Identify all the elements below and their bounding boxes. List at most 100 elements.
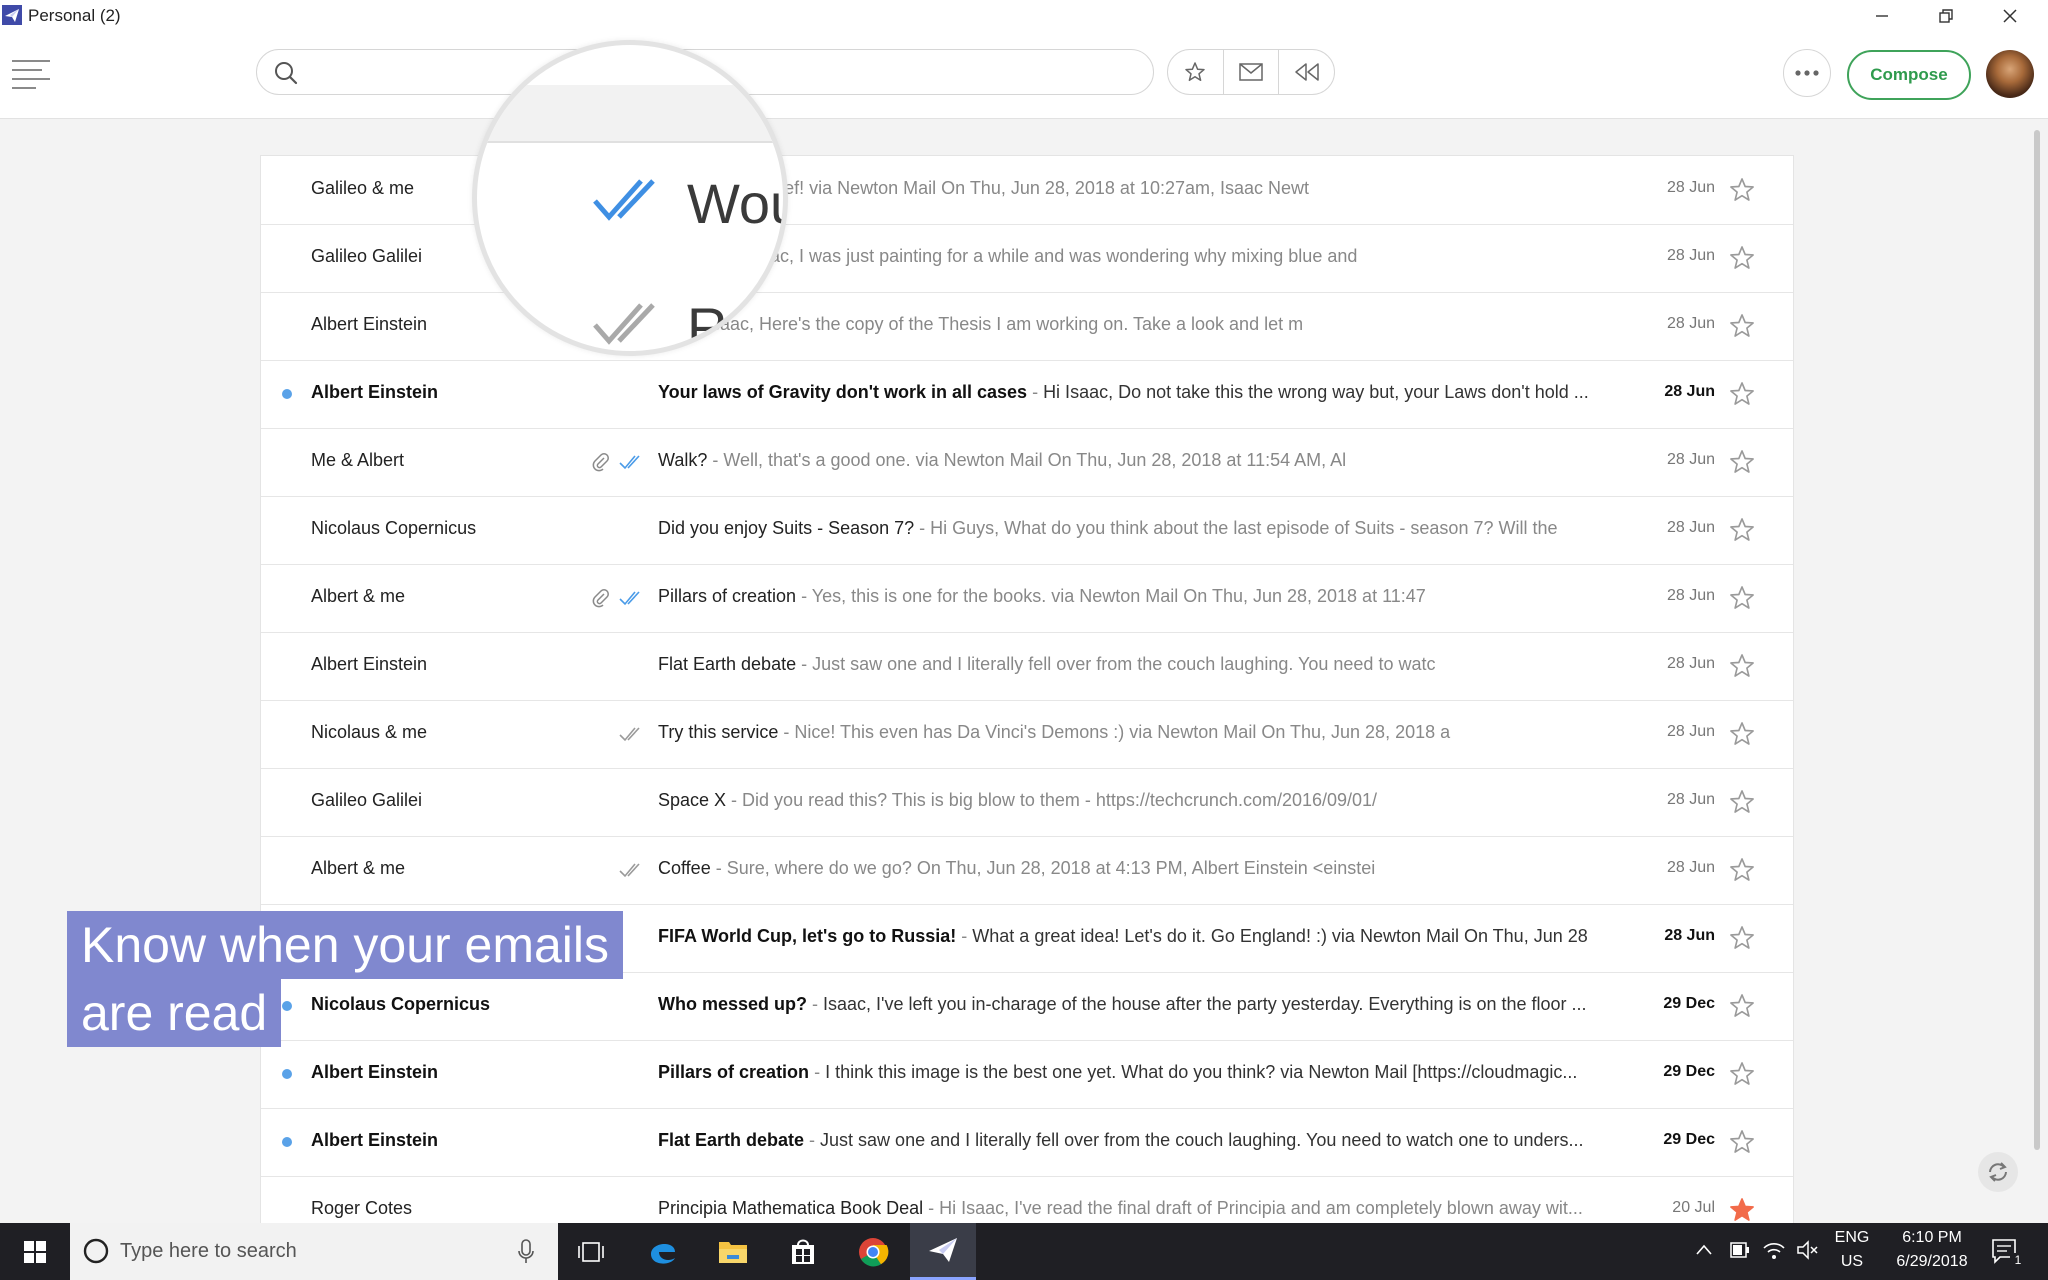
email-row[interactable]: Nicolaus & me Try this service - Nice! Th… [261,700,1793,769]
email-row[interactable]: Albert & me Coffee - Sure, where do we go… [261,836,1793,905]
email-subject: Pillars of creation [658,1062,810,1082]
email-content: Who messed up? - Isaac, I've left you in… [658,994,1610,1015]
star-icon[interactable] [1728,992,1756,1020]
magnifier-subject-2: Re [687,296,759,356]
star-icon[interactable] [1728,720,1756,748]
attachment-icon [592,589,609,608]
file-explorer-button[interactable] [700,1223,766,1280]
email-subject: Try this service [658,722,779,742]
star-icon[interactable] [1728,924,1756,952]
title-bar: Personal (2) [0,0,2048,32]
menu-button[interactable] [12,56,50,90]
email-row[interactable]: Albert & me Pillars of creation - Yes, th… [261,564,1793,633]
email-content: Flat Earth debate - Just saw one and I l… [658,1130,1610,1151]
email-sender: Nicolaus & me [311,722,428,742]
email-content: Green - Hi Isaac, I was just painting fo… [658,246,1610,267]
folder-icon [719,1241,747,1263]
email-date: 28 Jun [1666,723,1715,740]
email-date: 28 Jun [1666,587,1715,604]
start-button[interactable] [0,1223,70,1280]
email-content: Coffee - Sure, where do we go? On Thu, J… [658,858,1610,879]
email-sender: Galileo & me [311,178,415,198]
email-row[interactable]: Albert Einstein - Hey Isaac, Here's the … [261,292,1793,361]
close-button[interactable] [1978,0,2042,32]
battery-icon[interactable] [1728,1239,1752,1261]
more-dots-icon [1795,70,1819,76]
menu-icon-line [12,87,36,89]
restore-icon [1939,9,1953,23]
email-date: 28 Jun [1666,315,1715,332]
email-preview: Just saw one and I literally fell over f… [812,654,1436,674]
compose-button[interactable]: Compose [1847,50,1971,100]
chrome-button[interactable] [840,1223,906,1280]
star-icon[interactable] [1728,652,1756,680]
email-sender: Albert Einstein [311,314,428,334]
menu-icon-line [12,69,42,71]
region-indicator[interactable]: US [1830,1253,1874,1271]
task-view-button[interactable] [558,1223,624,1280]
list-scrollbar[interactable] [2034,130,2040,1150]
microphone-icon [518,1239,534,1263]
star-icon[interactable] [1728,788,1756,816]
magnifier-subject-1: Wou [687,172,783,235]
email-date: 28 Jun [1666,791,1715,808]
email-preview: Just saw one and I literally fell over f… [820,1130,1584,1150]
unread-dot [282,1137,292,1147]
filter-group [1167,49,1335,95]
star-icon[interactable] [1728,176,1756,204]
volume-muted-icon[interactable] [1796,1239,1820,1261]
star-icon[interactable] [1728,1060,1756,1088]
star-icon[interactable] [1728,448,1756,476]
email-row[interactable]: Albert Einstein Pillars of creation - I t… [261,1040,1793,1109]
email-sender: Galileo Galilei [311,246,423,266]
sync-icon [1989,1162,2007,1182]
newton-mail-icon [929,1238,957,1262]
email-row[interactable]: Nicolaus Copernicus Did you enjoy Suits -… [261,496,1793,565]
edge-icon [651,1243,675,1264]
sync-button[interactable] [1978,1152,2018,1192]
subject-separator: - [807,994,824,1014]
unread-filter-button[interactable] [1224,50,1280,94]
restore-button[interactable] [1914,0,1978,32]
star-icon[interactable] [1728,1128,1756,1156]
subject-separator: - [707,450,724,470]
email-sender: Roger Cotes [311,1198,413,1218]
menu-icon [12,60,50,62]
attachment-icon [592,453,609,472]
email-content: Flat Earth debate - Just saw one and I l… [658,654,1610,675]
search-icon [275,62,298,85]
email-date: 20 Jul [1672,1199,1715,1216]
double-check-read-icon [619,591,640,606]
starred-filter-button[interactable] [1168,50,1224,94]
email-row[interactable]: Albert Einstein Flat Earth debate - Just … [261,632,1793,701]
star-icon[interactable] [1728,1196,1756,1224]
wifi-icon[interactable] [1762,1239,1786,1261]
star-icon[interactable] [1728,856,1756,884]
replied-filter-button[interactable] [1279,50,1334,94]
star-icon[interactable] [1728,244,1756,272]
store-button[interactable] [770,1223,836,1280]
subject-separator: - [914,518,931,538]
star-icon[interactable] [1728,312,1756,340]
star-icon[interactable] [1728,584,1756,612]
more-options-button[interactable] [1783,49,1831,97]
email-row[interactable]: Me & Albert Walk? - Well, that's a good o… [261,428,1793,497]
star-icon[interactable] [1728,516,1756,544]
clock-date[interactable]: 6/29/2018 [1884,1253,1980,1271]
edge-browser-button[interactable] [630,1223,696,1280]
language-indicator[interactable]: ENG [1830,1229,1874,1247]
email-content: Your laws of Gravity don't work in all c… [658,382,1610,403]
newton-mail-taskbar-button[interactable] [910,1223,976,1280]
user-avatar[interactable] [1986,50,2034,98]
email-row[interactable]: Albert Einstein Flat Earth debate - Just … [261,1108,1793,1177]
email-row[interactable]: Galileo Galilei Space X - Did you read th… [261,768,1793,837]
taskbar-search-box[interactable]: Type here to search [70,1223,558,1280]
email-row[interactable]: Albert Einstein Your laws of Gravity don'… [261,360,1793,429]
clock-time[interactable]: 6:10 PM [1884,1229,1980,1247]
star-icon[interactable] [1728,380,1756,408]
chevron-up-icon[interactable] [1694,1243,1714,1257]
email-sender: Albert Einstein [311,1130,439,1150]
mail-toolbar: Compose [0,32,2048,119]
caption-line-2: are read [67,979,282,1047]
minimize-button[interactable] [1850,0,1914,32]
